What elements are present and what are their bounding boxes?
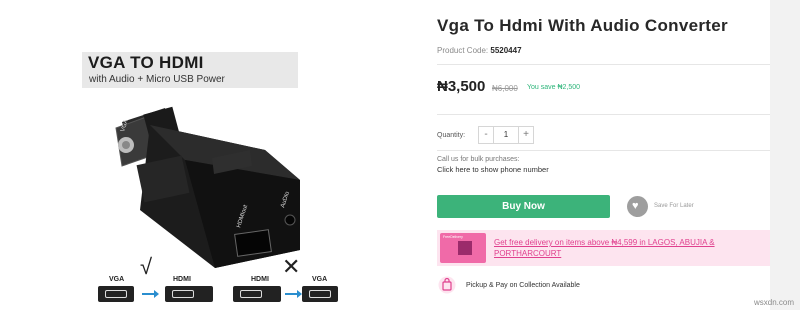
free-delivery-link[interactable]: Get free delivery on items above ₦4,599 … — [494, 237, 764, 259]
vga-connector-icon-2 — [302, 286, 338, 302]
diagram-bad-to-label: VGA — [312, 276, 328, 283]
quantity-value[interactable]: 1 — [495, 127, 517, 143]
adapter-illustration: VGA HDMIout AuDIo — [115, 106, 300, 268]
product-code-label: Product Code: — [437, 46, 489, 55]
save-for-later-button[interactable]: ♥ Save For Later — [627, 196, 717, 218]
diagram-ok-from-label: VGA — [109, 276, 125, 283]
old-price: ₦6,000 — [492, 84, 518, 93]
divider — [437, 114, 770, 115]
diagram-ok-to-label: HDMI — [173, 276, 191, 283]
savings-text: You save ₦2,500 — [527, 84, 581, 91]
bulk-purchase-label: Call us for bulk purchases: — [437, 156, 520, 163]
watermark: wsxdn.com — [753, 298, 794, 307]
check-icon: √ — [140, 254, 153, 279]
page: VGA TO HDMI with Audio + Micro USB Power — [0, 0, 800, 310]
heart-icon[interactable]: ♥ — [627, 196, 648, 217]
save-for-later-label: Save For Later — [654, 203, 694, 209]
product-details: Vga To Hdmi With Audio Converter Product… — [437, 0, 770, 310]
quantity-stepper[interactable]: - 1 + — [478, 126, 534, 144]
free-delivery-banner[interactable]: FreeDelivery Get free delivery on items … — [437, 230, 770, 266]
product-image[interactable]: VGA TO HDMI with Audio + Micro USB Power — [0, 0, 415, 310]
vga-connector-icon — [98, 286, 134, 302]
cross-icon: ✕ — [282, 254, 301, 279]
divider — [437, 150, 770, 151]
decrease-quantity-button[interactable]: - — [479, 127, 494, 143]
current-price: ₦3,500 — [437, 78, 486, 95]
buy-now-button[interactable]: Buy Now — [437, 195, 610, 218]
diagram-bad-from-label: HDMI — [251, 276, 269, 283]
quantity-label: Quantity: — [437, 132, 466, 139]
product-code-value: 5520447 — [490, 46, 522, 55]
arrow-right-icon — [142, 290, 159, 298]
increase-quantity-button[interactable]: + — [518, 127, 533, 143]
pickup-text: Pickup & Pay on Collection Available — [466, 282, 580, 289]
free-delivery-thumbnail: FreeDelivery — [440, 233, 486, 263]
arrow-right-icon-2 — [285, 290, 302, 298]
store-bag-icon — [438, 276, 456, 294]
divider — [437, 64, 770, 65]
product-code: Product Code: 5520447 — [437, 46, 522, 55]
hdmi-connector-icon — [165, 286, 213, 302]
adapter-body — [136, 125, 300, 268]
hdmi-connector-icon-2 — [233, 286, 281, 302]
product-title: Vga To Hdmi With Audio Converter — [437, 16, 728, 35]
product-card: VGA TO HDMI with Audio + Micro USB Power — [0, 0, 770, 310]
pickup-info: Pickup & Pay on Collection Available — [437, 276, 770, 296]
free-delivery-thumb-text: FreeDelivery — [443, 235, 463, 239]
show-phone-link[interactable]: Click here to show phone number — [437, 165, 549, 174]
connection-diagram: VGA √ HDMI HDMI ✕ VGA — [0, 254, 415, 306]
